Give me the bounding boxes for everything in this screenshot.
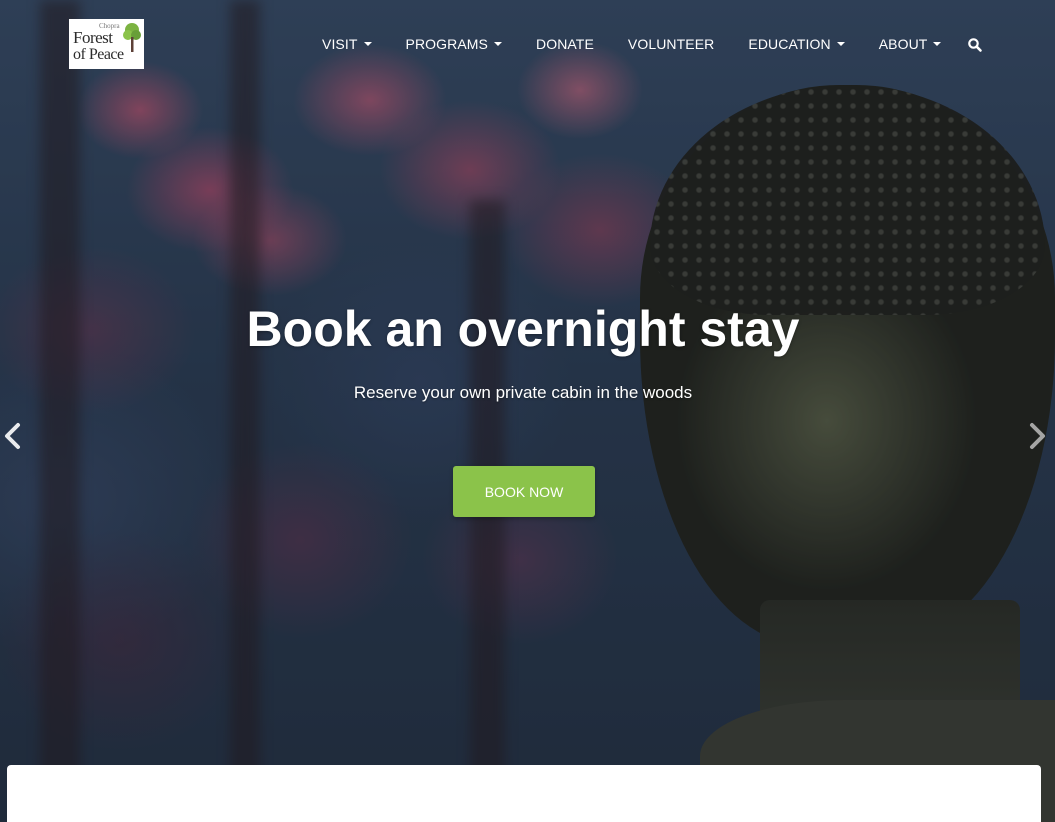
tree-logo-icon: [123, 23, 141, 52]
nav-item-about[interactable]: ABOUT: [879, 36, 942, 52]
caret-down-icon: [933, 42, 942, 46]
content-card: [7, 765, 1041, 822]
search-icon[interactable]: [967, 37, 983, 53]
hero-background: [0, 0, 1055, 822]
nav-item-visit[interactable]: VISIT: [322, 36, 372, 52]
nav-item-label: PROGRAMS: [405, 36, 488, 52]
main-navigation: VISIT PROGRAMS DONATE VOLUNTEER EDUCATIO…: [322, 34, 942, 54]
nav-item-education[interactable]: EDUCATION: [748, 36, 845, 52]
book-now-button[interactable]: BOOK NOW: [453, 466, 595, 517]
nav-item-volunteer[interactable]: VOLUNTEER: [628, 36, 714, 52]
chevron-left-icon: [5, 423, 20, 449]
slide-title: Book an overnight stay: [246, 301, 800, 357]
nav-item-label: VOLUNTEER: [627, 36, 715, 52]
caret-down-icon: [494, 42, 502, 46]
nav-item-label: VISIT: [322, 36, 358, 52]
nav-item-label: ABOUT: [878, 36, 928, 52]
site-logo[interactable]: Chopra Forest of Peace: [69, 19, 144, 69]
carousel-prev-button[interactable]: [2, 420, 24, 452]
caret-down-icon: [836, 42, 845, 46]
nav-item-donate[interactable]: DONATE: [536, 36, 594, 52]
chevron-right-icon: [1030, 423, 1045, 449]
caret-down-icon: [363, 42, 372, 46]
slide-subtitle: Reserve your own private cabin in the wo…: [353, 383, 693, 402]
logo-line-1: Forest: [73, 28, 113, 47]
nav-item-label: EDUCATION: [748, 36, 831, 52]
logo-line-2: of Peace: [73, 46, 124, 63]
carousel-next-button[interactable]: [1026, 420, 1048, 452]
nav-item-label: DONATE: [536, 36, 594, 52]
nav-item-programs[interactable]: PROGRAMS: [406, 36, 502, 52]
